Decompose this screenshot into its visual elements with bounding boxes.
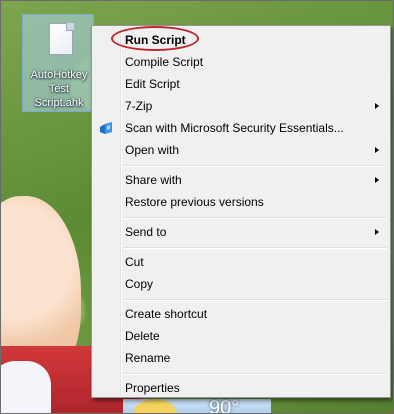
security-essentials-icon	[100, 122, 112, 134]
menu-item-label: Send to	[125, 225, 167, 239]
menu-item-label: 7-Zip	[125, 99, 153, 113]
menu-item-label: Cut	[125, 255, 144, 269]
menu-item-scan-security-essentials[interactable]: Scan with Microsoft Security Essentials.…	[94, 117, 388, 139]
menu-item-7zip[interactable]: 7-Zip	[94, 95, 388, 117]
desktop-file-icon[interactable]: AutoHotkey Test Script.ahk	[22, 14, 94, 112]
file-fold-icon	[66, 23, 74, 31]
menu-item-label: Share with	[125, 173, 182, 187]
menu-item-label: Rename	[125, 351, 171, 365]
menu-item-cut[interactable]: Cut	[94, 251, 388, 273]
menu-item-label: Edit Script	[125, 77, 180, 91]
weather-temperature: 90°	[209, 397, 240, 414]
menu-item-label: Restore previous versions	[125, 195, 264, 209]
menu-item-label: Create shortcut	[125, 307, 208, 321]
menu-item-copy[interactable]: Copy	[94, 273, 388, 295]
menu-item-compile-script[interactable]: Compile Script	[94, 51, 388, 73]
menu-item-share-with[interactable]: Share with	[94, 169, 388, 191]
menu-item-delete[interactable]: Delete	[94, 325, 388, 347]
menu-item-label: Compile Script	[125, 55, 204, 69]
submenu-arrow-icon	[375, 177, 379, 183]
menu-item-restore-previous-versions[interactable]: Restore previous versions	[94, 191, 388, 213]
menu-item-properties[interactable]: Properties	[94, 377, 388, 399]
menu-item-label: Copy	[125, 277, 154, 291]
menu-separator	[123, 373, 387, 375]
screenshot-frame: 90° AutoHotkey Test Script.ahk Run Scrip…	[0, 0, 394, 414]
menu-item-label: Properties	[125, 381, 180, 395]
menu-item-send-to[interactable]: Send to	[94, 221, 388, 243]
menu-item-label: Open with	[125, 143, 180, 157]
submenu-arrow-icon	[375, 103, 379, 109]
desktop-file-label: AutoHotkey Test Script.ahk	[30, 69, 88, 109]
annotation-highlight-ring	[111, 26, 199, 51]
menu-item-edit-script[interactable]: Edit Script	[94, 73, 388, 95]
wallpaper-photo-shirt	[1, 361, 51, 413]
menu-separator	[123, 165, 387, 167]
menu-separator	[123, 217, 387, 219]
submenu-arrow-icon	[375, 147, 379, 153]
menu-item-rename[interactable]: Rename	[94, 347, 388, 369]
submenu-arrow-icon	[375, 229, 379, 235]
menu-item-open-with[interactable]: Open with	[94, 139, 388, 161]
menu-separator	[123, 247, 387, 249]
context-menu: Run Script Compile Script Edit Script 7-…	[91, 25, 391, 398]
menu-separator	[123, 299, 387, 301]
menu-item-create-shortcut[interactable]: Create shortcut	[94, 303, 388, 325]
menu-item-label: Scan with Microsoft Security Essentials.…	[125, 121, 344, 135]
menu-item-label: Delete	[125, 329, 160, 343]
